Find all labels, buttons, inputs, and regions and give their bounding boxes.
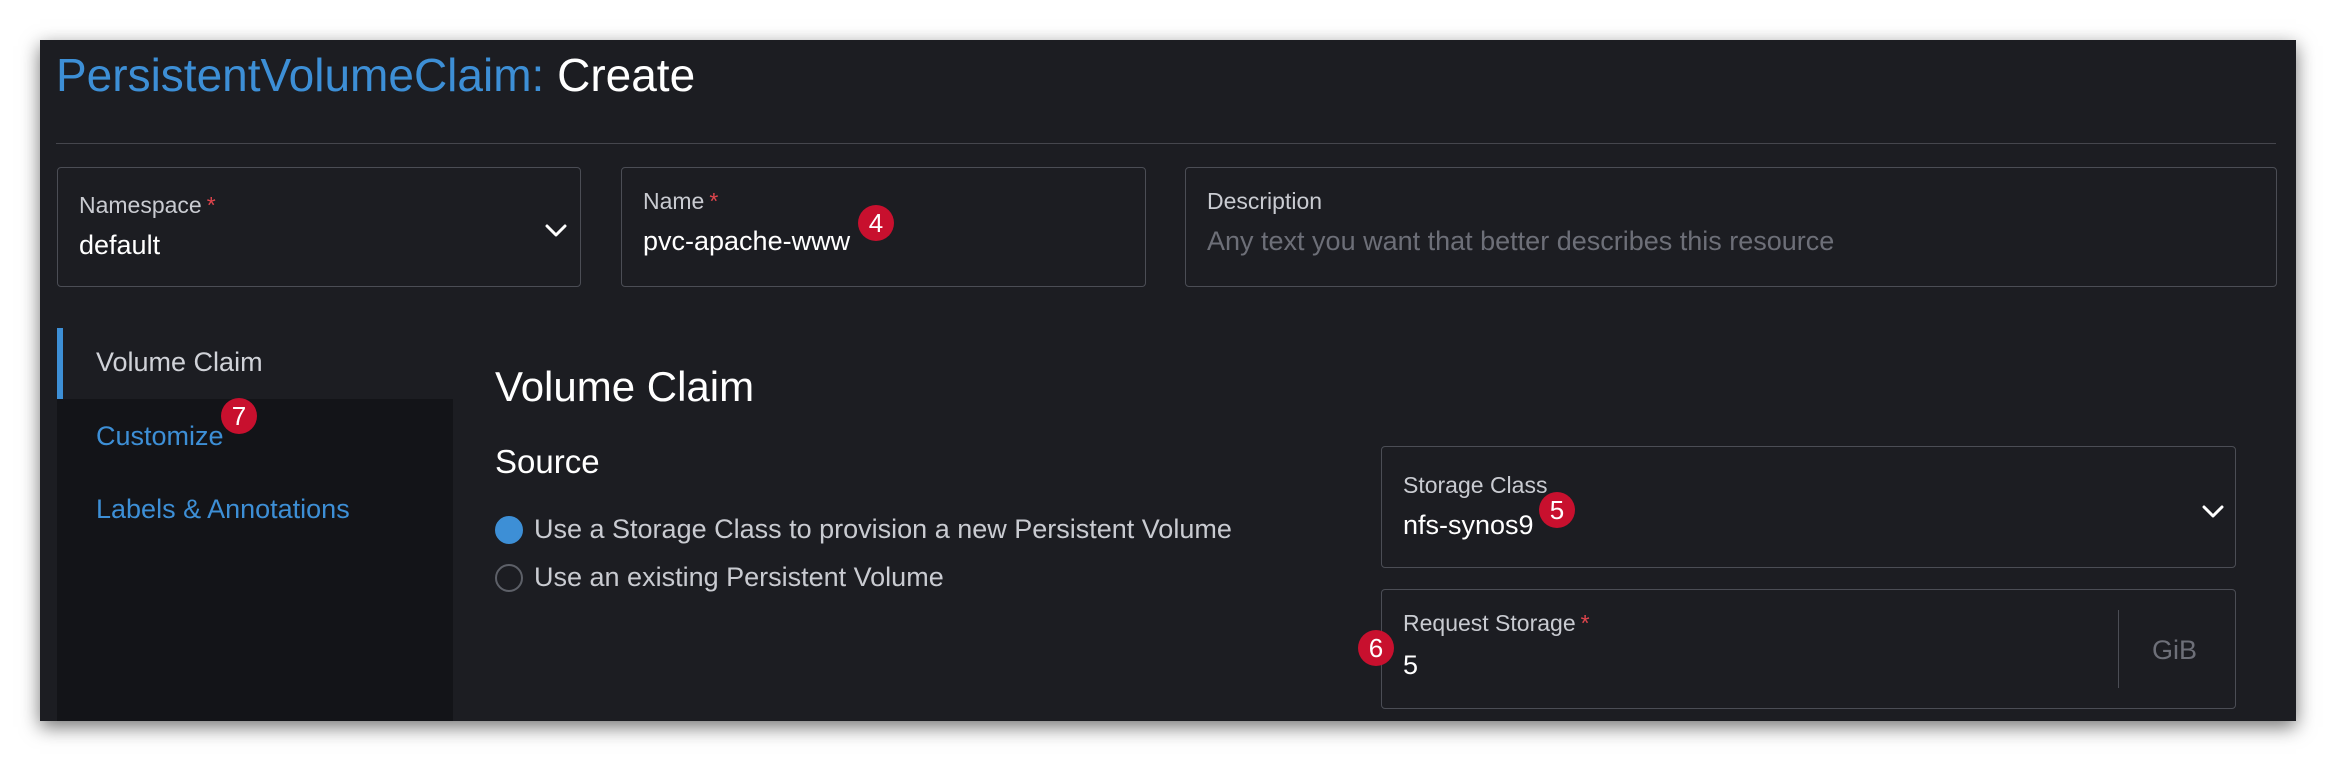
request-storage-value[interactable]: 5 bbox=[1403, 650, 1418, 681]
namespace-select[interactable]: Namespace * default bbox=[57, 167, 581, 287]
request-storage-required-mark: * bbox=[1580, 610, 1590, 636]
chevron-down-icon[interactable] bbox=[2202, 505, 2224, 519]
request-storage-unit: GiB bbox=[2152, 635, 2198, 665]
radio-use-existing-pv[interactable]: Use an existing Persistent Volume bbox=[495, 562, 944, 593]
storage-class-value: nfs-synos9 bbox=[1403, 510, 1534, 540]
sidebar-item-volume-claim[interactable]: Volume Claim bbox=[96, 347, 263, 378]
annotation-badge-6: 6 bbox=[1358, 630, 1394, 666]
request-storage-label-text: Request Storage bbox=[1403, 610, 1576, 636]
section-title: Volume Claim bbox=[495, 363, 755, 410]
radio-use-existing-pv-label: Use an existing Persistent Volume bbox=[534, 562, 944, 592]
name-label-text: Name bbox=[643, 188, 705, 214]
description-label: Description bbox=[1207, 188, 1323, 214]
annotation-badge-5: 5 bbox=[1539, 492, 1575, 528]
request-storage-field[interactable]: Request Storage * 5 GiB bbox=[1381, 589, 2236, 709]
radio-checked-icon[interactable] bbox=[495, 515, 523, 544]
description-placeholder[interactable]: Any text you want that better describes … bbox=[1207, 226, 1834, 257]
unit-separator bbox=[2118, 610, 2119, 688]
source-title: Source bbox=[495, 443, 600, 480]
radio-use-storage-class-label: Use a Storage Class to provision a new P… bbox=[534, 514, 1232, 544]
namespace-label-text: Namespace bbox=[79, 192, 202, 218]
sidebar-item-labels-annotations[interactable]: Labels & Annotations bbox=[96, 494, 350, 525]
header-divider bbox=[56, 143, 2276, 144]
annotation-badge-7: 7 bbox=[221, 398, 257, 434]
namespace-value: default bbox=[79, 230, 161, 260]
description-field[interactable]: Description Any text you want that bette… bbox=[1185, 167, 2277, 287]
namespace-required-mark: * bbox=[206, 192, 216, 218]
name-required-mark: * bbox=[709, 188, 719, 214]
name-label: Name * bbox=[643, 188, 718, 215]
name-value[interactable]: pvc-apache-www bbox=[643, 226, 850, 257]
chevron-down-icon[interactable] bbox=[545, 224, 567, 238]
namespace-label: Namespace * bbox=[79, 192, 216, 219]
page-title: PersistentVolumeClaim: Create bbox=[56, 48, 695, 102]
radio-unchecked-icon[interactable] bbox=[495, 563, 523, 592]
side-nav-active-indicator bbox=[57, 328, 63, 399]
create-pvc-window: PersistentVolumeClaim: Create Namespace *… bbox=[40, 40, 2296, 721]
page-title-action: Create bbox=[557, 49, 696, 101]
annotation-badge-4: 4 bbox=[858, 205, 894, 241]
sidebar-item-customize[interactable]: Customize bbox=[96, 421, 224, 452]
page-title-kind: PersistentVolumeClaim: bbox=[56, 49, 545, 101]
storage-class-select[interactable]: Storage Class nfs-synos9 bbox=[1381, 446, 2236, 568]
request-storage-label: Request Storage * bbox=[1403, 610, 1590, 637]
storage-class-label: Storage Class bbox=[1403, 472, 1548, 498]
radio-use-storage-class[interactable]: Use a Storage Class to provision a new P… bbox=[495, 514, 1232, 545]
